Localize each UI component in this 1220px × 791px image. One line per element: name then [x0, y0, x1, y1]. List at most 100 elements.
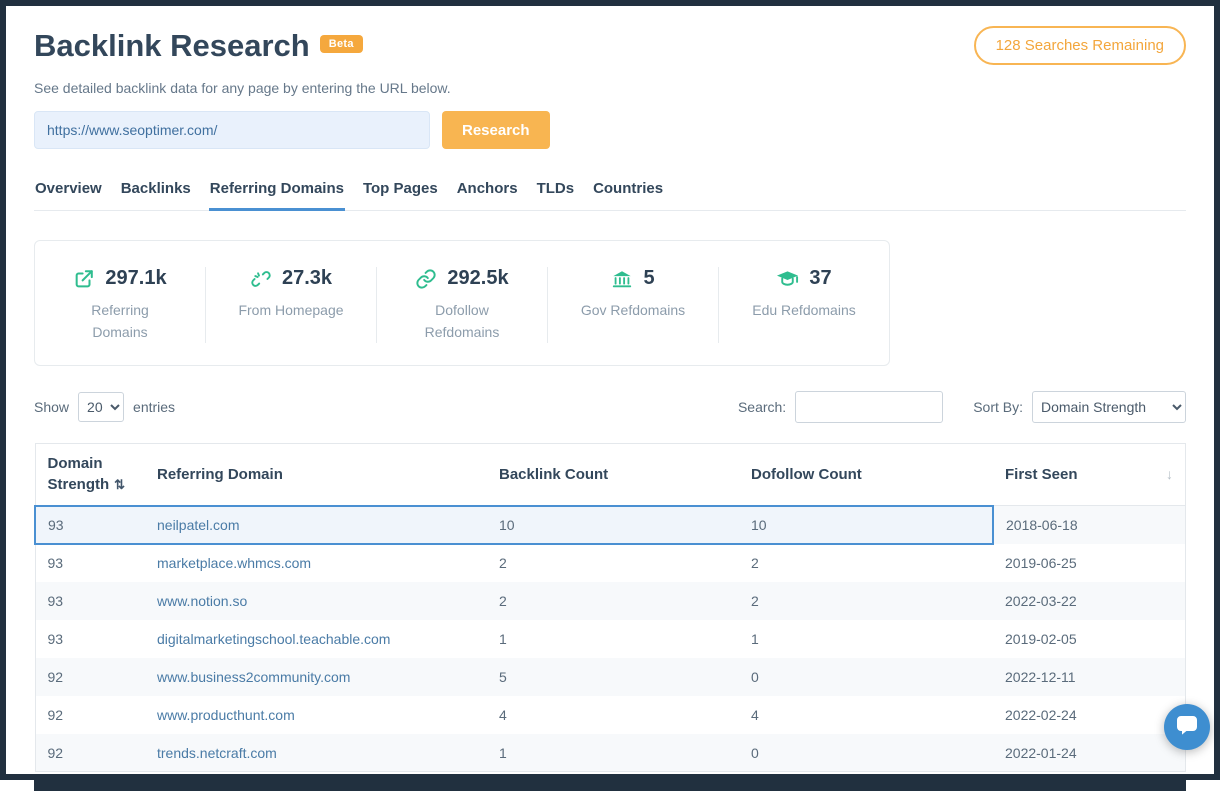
- stat-label: Dofollow Refdomains: [406, 300, 518, 343]
- backlink-research-page: { "header": { "title": "Backlink Researc…: [0, 0, 1220, 780]
- table-row[interactable]: 93 digitalmarketingschool.teachable.com …: [35, 620, 1186, 658]
- table-search-control: Search:: [738, 391, 943, 423]
- graduation-cap-icon: [776, 267, 799, 290]
- first-seen-cell: 2022-02-24: [993, 696, 1186, 734]
- search-label: Search:: [738, 399, 786, 415]
- referring-domain-link[interactable]: marketplace.whmcs.com: [157, 555, 311, 571]
- referring-domain-link[interactable]: www.business2community.com: [157, 669, 350, 685]
- domain-strength-cell: 93: [35, 506, 145, 544]
- backlink-count-cell: 2: [487, 582, 739, 620]
- col-header-referring-domain[interactable]: Referring Domain: [145, 444, 487, 506]
- table-row[interactable]: 93 www.notion.so 2 2 2022-03-22: [35, 582, 1186, 620]
- stat-value: 292.5k: [447, 267, 508, 290]
- first-seen-cell: 2022-03-22: [993, 582, 1186, 620]
- backlink-count-cell: 10: [487, 506, 739, 544]
- stat-value: 27.3k: [282, 267, 332, 290]
- col-header-domain-strength[interactable]: Domain Strength⇅: [35, 444, 145, 506]
- referring-domain-cell: trends.netcraft.com: [145, 734, 487, 772]
- tab-anchors[interactable]: Anchors: [456, 174, 519, 210]
- first-seen-cell: 2019-06-25: [993, 544, 1186, 582]
- sort-both-icon[interactable]: ⇅: [114, 477, 125, 492]
- table-row[interactable]: 93 marketplace.whmcs.com 2 2 2019-06-25: [35, 544, 1186, 582]
- stat-value: 5: [643, 267, 654, 290]
- table-body: 93 neilpatel.com 10 10 2018-06-18 93 mar…: [35, 506, 1186, 772]
- referring-domain-cell: digitalmarketingschool.teachable.com: [145, 620, 487, 658]
- referring-domain-cell: www.business2community.com: [145, 658, 487, 696]
- bank-icon: [611, 268, 633, 290]
- col-header-first-seen[interactable]: First Seen↓: [993, 444, 1186, 506]
- dofollow-count-cell: 1: [739, 620, 993, 658]
- first-seen-cell: 2022-12-11: [993, 658, 1186, 696]
- col-header-dofollow-count[interactable]: Dofollow Count: [739, 444, 993, 506]
- tab-top-pages[interactable]: Top Pages: [362, 174, 439, 210]
- sort-by-label: Sort By:: [973, 399, 1023, 415]
- link-icon: [415, 268, 437, 290]
- dofollow-count-cell: 0: [739, 734, 993, 772]
- stat-value: 37: [809, 267, 831, 290]
- table-header-row: Domain Strength⇅ Referring Domain Backli…: [35, 444, 1186, 506]
- sort-control: Sort By: Domain Strength: [973, 391, 1186, 423]
- show-label: Show: [34, 399, 69, 415]
- tab-tlds[interactable]: TLDs: [536, 174, 576, 210]
- stats-card: 297.1k Referring Domains 27.3k From Home…: [34, 240, 890, 366]
- domain-strength-cell: 92: [35, 734, 145, 772]
- table-row[interactable]: 93 neilpatel.com 10 10 2018-06-18: [35, 506, 1186, 544]
- backlink-count-cell: 4: [487, 696, 739, 734]
- backlink-count-cell: 1: [487, 734, 739, 772]
- tab-referring-domains[interactable]: Referring Domains: [209, 174, 345, 211]
- page-subtitle: See detailed backlink data for any page …: [34, 80, 1186, 96]
- domain-strength-cell: 93: [35, 544, 145, 582]
- page-title: Backlink ResearchBeta: [34, 28, 363, 64]
- col-header-backlink-count[interactable]: Backlink Count: [487, 444, 739, 506]
- dofollow-count-cell: 4: [739, 696, 993, 734]
- stat-label: Referring Domains: [64, 300, 176, 343]
- table-row[interactable]: 92 www.producthunt.com 4 4 2022-02-24: [35, 696, 1186, 734]
- table-search-input[interactable]: [795, 391, 943, 423]
- tab-backlinks[interactable]: Backlinks: [120, 174, 192, 210]
- referring-domain-cell: marketplace.whmcs.com: [145, 544, 487, 582]
- first-seen-cell: 2018-06-18: [993, 506, 1186, 544]
- searches-remaining-badge[interactable]: 128 Searches Remaining: [974, 26, 1186, 65]
- tab-countries[interactable]: Countries: [592, 174, 664, 210]
- stat-label: Gov Refdomains: [577, 300, 689, 322]
- sort-down-icon[interactable]: ↓: [1166, 465, 1173, 484]
- chat-launcher-button[interactable]: [1164, 704, 1210, 750]
- table-horizontal-scrollbar[interactable]: [34, 778, 1186, 791]
- dofollow-count-cell: 0: [739, 658, 993, 696]
- backlink-count-cell: 2: [487, 544, 739, 582]
- first-seen-cell: 2022-01-24: [993, 734, 1186, 772]
- domain-strength-cell: 92: [35, 696, 145, 734]
- stat-edu-refdomains: 37 Edu Refdomains: [718, 267, 889, 343]
- tab-overview[interactable]: Overview: [34, 174, 103, 210]
- referring-domain-link[interactable]: www.notion.so: [157, 593, 247, 609]
- stat-label: Edu Refdomains: [748, 300, 860, 322]
- entries-label: entries: [133, 399, 175, 415]
- referring-domain-link[interactable]: digitalmarketingschool.teachable.com: [157, 631, 390, 647]
- referring-domains-table: Domain Strength⇅ Referring Domain Backli…: [34, 443, 1186, 791]
- stat-referring-domains: 297.1k Referring Domains: [35, 267, 205, 343]
- stat-from-homepage: 27.3k From Homepage: [205, 267, 376, 343]
- table-row[interactable]: 92 trends.netcraft.com 1 0 2022-01-24: [35, 734, 1186, 772]
- stat-dofollow-refdomains: 292.5k Dofollow Refdomains: [376, 267, 547, 343]
- referring-domain-link[interactable]: www.producthunt.com: [157, 707, 295, 723]
- chat-icon: [1175, 713, 1199, 742]
- dofollow-count-cell: 10: [739, 506, 993, 544]
- sort-by-select[interactable]: Domain Strength: [1032, 391, 1186, 423]
- entries-control: Show 20 entries: [34, 392, 175, 422]
- research-button[interactable]: Research: [442, 111, 550, 149]
- domain-strength-cell: 92: [35, 658, 145, 696]
- referring-domain-link[interactable]: neilpatel.com: [157, 517, 240, 533]
- domain-strength-cell: 93: [35, 582, 145, 620]
- table-row[interactable]: 92 www.business2community.com 5 0 2022-1…: [35, 658, 1186, 696]
- referring-domain-link[interactable]: trends.netcraft.com: [157, 745, 277, 761]
- entries-select[interactable]: 20: [78, 392, 124, 422]
- dofollow-count-cell: 2: [739, 544, 993, 582]
- url-search-row: Research: [34, 111, 1186, 149]
- backlink-count-cell: 1: [487, 620, 739, 658]
- beta-badge: Beta: [320, 35, 363, 53]
- url-input[interactable]: [34, 111, 430, 149]
- main-content: Backlink ResearchBeta 128 Searches Remai…: [6, 6, 1214, 791]
- referring-domain-cell: neilpatel.com: [145, 506, 487, 544]
- page-header: Backlink ResearchBeta 128 Searches Remai…: [34, 26, 1186, 65]
- stat-label: From Homepage: [235, 300, 347, 322]
